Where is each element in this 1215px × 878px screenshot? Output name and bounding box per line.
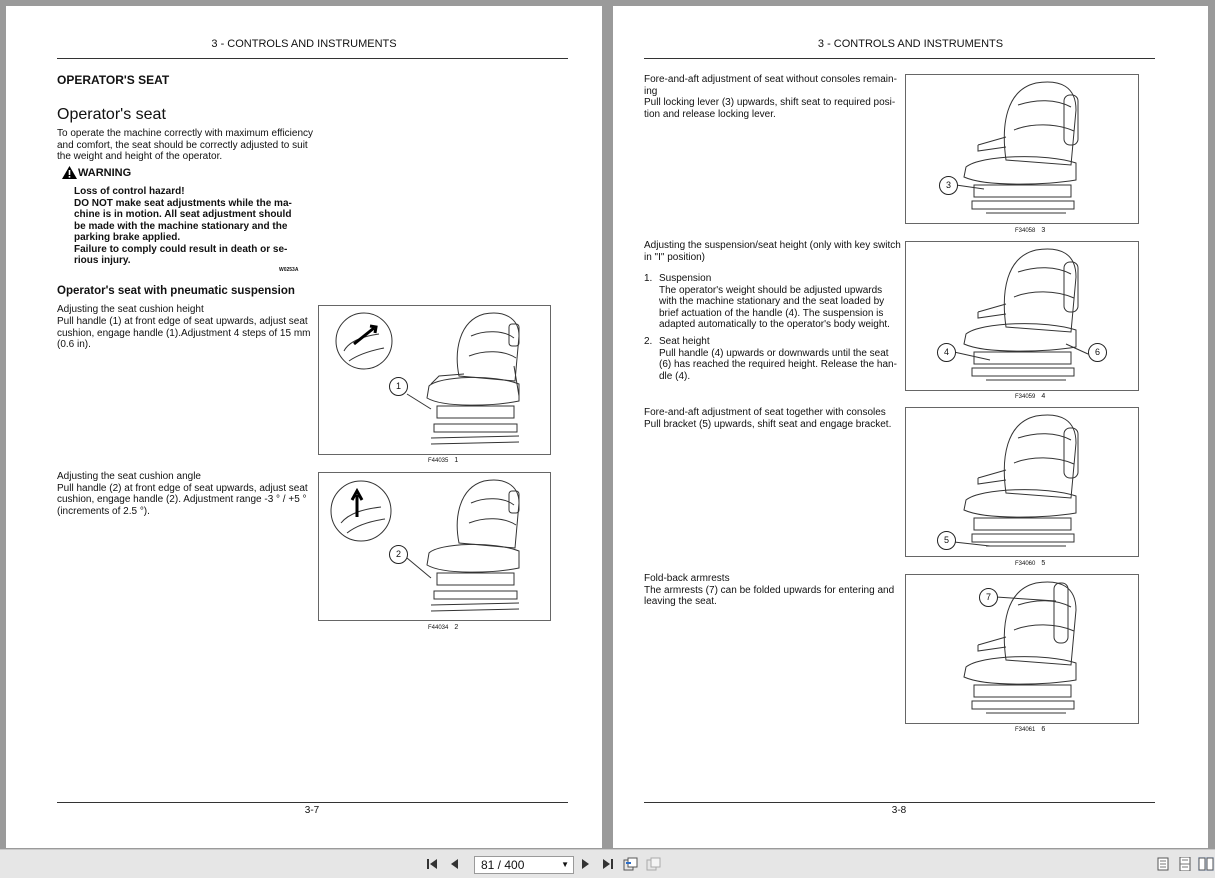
paragraph-title: Adjusting the seat cushion angle [57, 471, 201, 482]
page-number: 3-8 [891, 805, 907, 816]
paragraph-line: in "I" position) [644, 251, 706, 263]
warning-line: rious injury. [74, 255, 131, 266]
previous-view-icon[interactable] [623, 857, 639, 871]
warning-line: Loss of control hazard! [74, 186, 185, 197]
list-title: Seat height [659, 336, 710, 347]
paragraph-line: ing [644, 85, 658, 97]
seat-illustration [330, 479, 520, 612]
subheading: Operator's seat with pneumatic suspensio… [57, 285, 295, 297]
warning-line: chine is in motion. All seat adjustment … [74, 209, 292, 220]
list-line: dle (4). [659, 370, 691, 382]
list-line: (6) has reached the required height. Rel… [659, 359, 897, 370]
paragraph-line: Fold-back armrests [644, 573, 730, 584]
footer-rule [644, 802, 1155, 803]
paragraph-line: Pull locking lever (3) upwards, shift se… [644, 97, 896, 108]
last-page-icon[interactable] [599, 857, 615, 871]
callout-4: 4 [937, 343, 956, 362]
figure-armrests: 7 [905, 574, 1139, 724]
intro-line: To operate the machine correctly with ma… [57, 128, 314, 139]
warning-line: Failure to comply could result in death … [74, 243, 288, 255]
paragraph-line: The armrests (7) can be folded upwards f… [644, 584, 895, 596]
list-line: with the machine stationary and the seat… [659, 296, 885, 307]
figure-caption: F34058 3 [1015, 227, 1046, 234]
callout-2: 2 [389, 545, 408, 564]
list-line: adapted automatically to the operator's … [659, 319, 890, 330]
paragraph-line: (0.6 in). [57, 339, 91, 350]
paragraph-line: (increments of 2.5 °). [57, 505, 150, 517]
figure-suspension: 4 6 [905, 241, 1139, 391]
warning-line: DO NOT make seat adjustments while the m… [74, 197, 292, 209]
two-page-view-icon[interactable] [1198, 857, 1214, 871]
seat-illustration [963, 581, 1077, 714]
warning-title: WARNING [78, 167, 132, 179]
intro-line: the weight and height of the operator. [57, 151, 223, 162]
warning-line: parking brake applied. [74, 232, 181, 243]
list-title: Suspension [659, 273, 712, 284]
prev-page-icon[interactable] [447, 857, 463, 871]
seat-illustration [335, 312, 520, 445]
paragraph-line: Pull handle (2) at front edge of seat up… [57, 482, 308, 494]
footer-rule [57, 802, 568, 803]
paragraph-line: leaving the seat. [644, 596, 717, 607]
header-rule [57, 58, 568, 59]
callout-1: 1 [389, 377, 408, 396]
figure-seat-height: 1 [318, 305, 551, 455]
figure-fore-aft: 3 [905, 74, 1139, 224]
paragraph-title: Adjusting the seat cushion height [57, 304, 204, 315]
callout-7: 7 [979, 588, 998, 607]
list-line: brief actuation of the handle (4). The s… [659, 307, 884, 319]
warning-icon [62, 166, 77, 179]
section-title: OPERATOR'S SEAT [57, 73, 170, 87]
page-indicator: 81 / 400 [481, 858, 525, 872]
warning-code: W0253A [279, 267, 299, 273]
paragraph-line: tion and release locking lever. [644, 108, 776, 120]
figure-caption: F34061 6 [1015, 726, 1046, 733]
list-line: Pull handle (4) upwards or downwards unt… [659, 347, 889, 359]
warning-line: be made with the machine stationary and … [74, 220, 288, 232]
next-page-icon[interactable] [577, 857, 593, 871]
first-page-icon[interactable] [425, 857, 441, 871]
list-number: 2. [644, 336, 653, 347]
paragraph-line: Fore-and-aft adjustment of seat without … [644, 74, 897, 85]
page-number-input[interactable]: 81 / 400 ▼ [474, 856, 574, 874]
section-heading: Operator's seat [57, 106, 166, 123]
next-view-icon[interactable] [646, 857, 662, 871]
continuous-view-icon[interactable] [1177, 856, 1193, 872]
figure-caption: F44035 1 [428, 457, 459, 464]
header-rule [644, 58, 1155, 59]
page-number: 3-7 [304, 805, 320, 816]
callout-3: 3 [939, 176, 958, 195]
paragraph-line: Pull handle (1) at front edge of seat up… [57, 316, 308, 327]
paragraph-line: Pull bracket (5) upwards, shift seat and… [644, 418, 892, 430]
viewer-toolbar: 81 / 400 ▼ [0, 849, 1215, 878]
paragraph-line: Fore-and-aft adjustment of seat together… [644, 407, 886, 418]
left-page: 3 - CONTROLS AND INSTRUMENTS OPERATOR'S … [6, 6, 602, 848]
right-page: 3 - CONTROLS AND INSTRUMENTS Fore-and-af… [613, 6, 1208, 848]
chevron-down-icon[interactable]: ▼ [561, 857, 569, 873]
figure-caption: F34060 5 [1015, 560, 1046, 567]
page-header: 3 - CONTROLS AND INSTRUMENTS [817, 38, 1004, 50]
intro-line: and comfort, the seat should be correctl… [57, 139, 308, 151]
list-line: The operator's weight should be adjusted… [659, 284, 883, 296]
list-number: 1. [644, 273, 653, 284]
figure-caption: F34059 4 [1015, 393, 1046, 400]
page-header: 3 - CONTROLS AND INSTRUMENTS [211, 38, 397, 50]
callout-6: 6 [1088, 343, 1107, 362]
paragraph-line: cushion, engage handle (1).Adjustment 4 … [57, 327, 311, 339]
callout-5: 5 [937, 531, 956, 550]
figure-seat-angle: 2 [318, 472, 551, 621]
figure-consoles: 5 [905, 407, 1139, 557]
seat-illustration [953, 248, 1089, 381]
seat-illustration [955, 81, 1079, 214]
single-page-view-icon[interactable] [1155, 857, 1171, 871]
paragraph-line: Adjusting the suspension/seat height (on… [644, 240, 901, 251]
paragraph-line: cushion, engage handle (2). Adjustment r… [57, 494, 307, 505]
figure-caption: F44034 2 [428, 624, 459, 631]
